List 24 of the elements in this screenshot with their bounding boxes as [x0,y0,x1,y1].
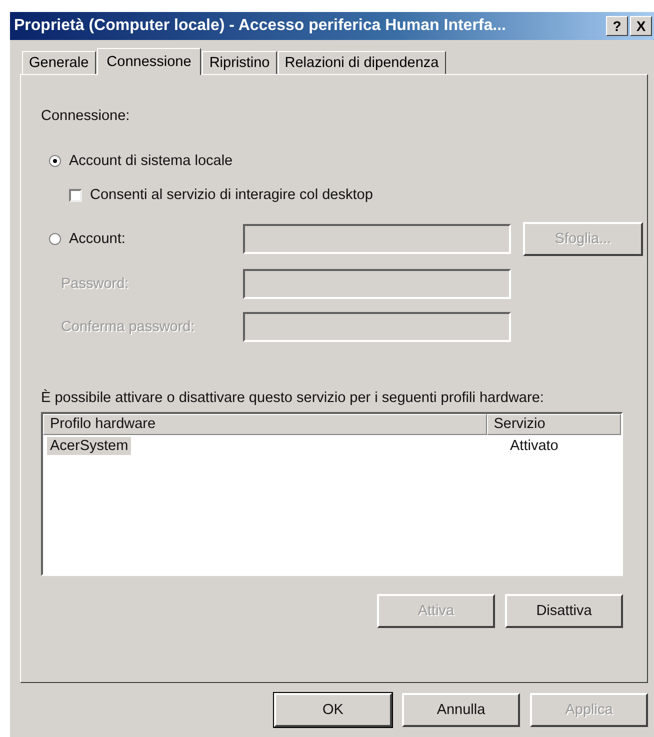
table-cell-text: Attivato [509,438,558,454]
checkbox-label: Consenti al servizio di interagire col desktop [90,187,373,203]
tab[interactable]: Relazioni di dipendenza [278,51,446,74]
column-header[interactable]: Servizio [486,414,621,435]
column-header[interactable]: Profilo hardware [43,414,487,435]
profiles-caption: È possibile attivare o disattivare questo servizio per i seguenti profili hardware: [41,390,545,406]
help-button[interactable]: ? [606,16,628,36]
section-label: Connessione: [41,108,131,124]
checkbox[interactable] [69,188,82,202]
dialog-button[interactable]: Annulla [402,693,520,727]
close-button[interactable]: X [630,16,652,36]
list-item[interactable]: AcerSystem [47,437,132,455]
dialog-button[interactable]: OK [274,693,392,727]
radio-button[interactable] [49,155,61,167]
radio-label: Account: [69,231,126,247]
window-title: Proprietà (Computer locale) - Accesso periferica Human Interfa... [14,17,507,35]
tab[interactable]: Ripristino [202,51,277,74]
radio-label: Account di sistema locale [69,153,233,169]
radio-button[interactable] [49,233,61,245]
tab[interactable]: Connessione [96,48,202,75]
profile-button[interactable]: Disattiva [505,594,623,628]
field-label: Conferma password: [60,319,196,335]
tab[interactable]: Generale [22,51,96,74]
field-label: Password: [60,276,130,292]
